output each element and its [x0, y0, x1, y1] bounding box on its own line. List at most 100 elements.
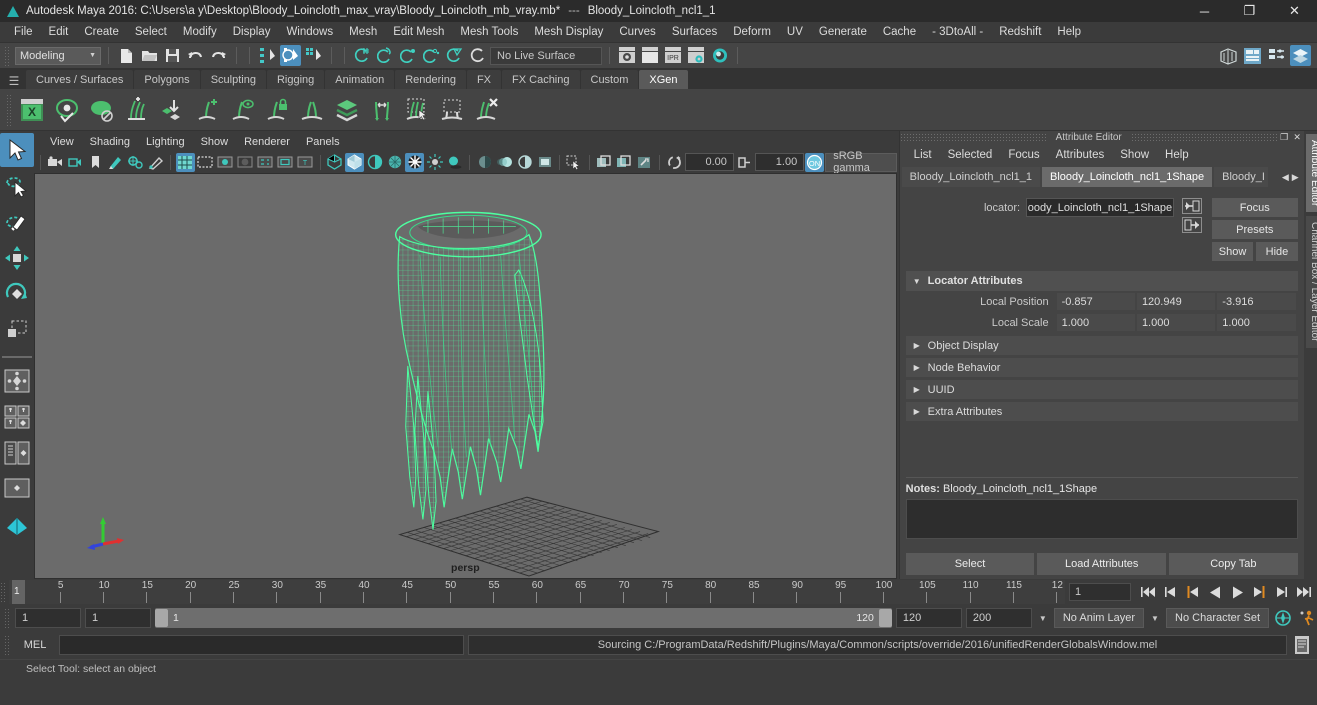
- shelf-tab-fx[interactable]: FX: [466, 70, 502, 89]
- step-forward-frame-icon[interactable]: [1249, 582, 1269, 602]
- xgen-preview-icon[interactable]: [50, 93, 83, 126]
- viewport-menu-renderer[interactable]: Renderer: [236, 136, 298, 148]
- viewport-menu-view[interactable]: View: [42, 136, 82, 148]
- range-grip[interactable]: [4, 608, 11, 628]
- snap-to-projected-center-icon[interactable]: [421, 45, 442, 66]
- minimize-button[interactable]: ─: [1182, 0, 1227, 22]
- viewport-menu-lighting[interactable]: Lighting: [138, 136, 193, 148]
- step-forward-keyframe-icon[interactable]: [1271, 582, 1291, 602]
- command-language-label[interactable]: MEL: [15, 639, 55, 651]
- snap-to-view-plane-icon[interactable]: [444, 45, 465, 66]
- menu-redshift[interactable]: Redshift: [991, 24, 1049, 40]
- playback-end-time-field[interactable]: 120: [895, 608, 962, 628]
- menu-windows[interactable]: Windows: [278, 24, 341, 40]
- scale-tool[interactable]: [0, 313, 34, 347]
- step-back-keyframe-icon[interactable]: [1161, 582, 1181, 602]
- chevron-down-icon[interactable]: ▼: [1036, 614, 1050, 623]
- menu-uv[interactable]: UV: [779, 24, 811, 40]
- xray-icon[interactable]: [595, 153, 614, 172]
- ae-menu-attributes[interactable]: Attributes: [1048, 147, 1113, 163]
- attribute-editor-toggle-icon[interactable]: [1242, 45, 1263, 66]
- menu-surfaces[interactable]: Surfaces: [664, 24, 725, 40]
- menu-create[interactable]: Create: [76, 24, 127, 40]
- ae-menu-list[interactable]: List: [906, 147, 940, 163]
- menu-modify[interactable]: Modify: [175, 24, 225, 40]
- menu-mesh-tools[interactable]: Mesh Tools: [452, 24, 526, 40]
- panel-drag-handle-left[interactable]: [899, 133, 1047, 142]
- menu-mesh-display[interactable]: Mesh Display: [526, 24, 611, 40]
- play-forwards-icon[interactable]: [1227, 582, 1247, 602]
- attr-value-z[interactable]: -3.916: [1217, 293, 1296, 310]
- select-tool[interactable]: [0, 133, 34, 167]
- toolbar-grip[interactable]: [4, 45, 11, 66]
- shelf-tab-rendering[interactable]: Rendering: [395, 70, 466, 89]
- time-slider[interactable]: 1 5 10 15 20 25 30 35 40 45 50 55 60 65 70 75 80 85 90 95 1…: [9, 580, 1065, 604]
- node-name-field[interactable]: oody_Loincloth_ncl1_1Shape: [1026, 198, 1174, 217]
- snap-to-point-icon[interactable]: [398, 45, 419, 66]
- smooth-shade-all-icon[interactable]: [345, 152, 365, 172]
- render-settings-icon[interactable]: [686, 45, 707, 66]
- viewport-menu-show[interactable]: Show: [193, 136, 237, 148]
- four-view-layout[interactable]: [0, 400, 34, 434]
- focus-button[interactable]: Focus: [1211, 198, 1298, 217]
- ae-menu-help[interactable]: Help: [1157, 147, 1197, 163]
- menu-mesh[interactable]: Mesh: [341, 24, 385, 40]
- xgen-import-collection-icon[interactable]: [155, 93, 188, 126]
- rotate-tool[interactable]: [0, 277, 34, 311]
- tool-settings-toggle-icon[interactable]: [1266, 45, 1287, 66]
- xray-active-components-icon[interactable]: [635, 153, 654, 172]
- new-scene-icon[interactable]: [116, 45, 137, 66]
- hide-button[interactable]: Hide: [1256, 242, 1298, 261]
- wireframe-on-shaded-icon[interactable]: [385, 153, 404, 172]
- exposure-icon[interactable]: [665, 153, 684, 172]
- attr-value-x[interactable]: 1.000: [1056, 314, 1135, 331]
- input-connection-icon[interactable]: [1181, 198, 1202, 214]
- camera-attributes-icon[interactable]: [66, 153, 85, 172]
- view-transform-icon[interactable]: ON: [805, 152, 825, 172]
- lighting-toggle-icon[interactable]: [425, 153, 444, 172]
- motion-blur-icon[interactable]: [495, 153, 514, 172]
- single-perspective-layout[interactable]: [0, 364, 34, 398]
- ae-menu-selected[interactable]: Selected: [940, 147, 1001, 163]
- current-time-indicator[interactable]: 1: [12, 580, 25, 604]
- xgen-add-guide-icon[interactable]: [190, 93, 223, 126]
- animation-preferences-icon[interactable]: [1297, 608, 1317, 628]
- snap-to-curve-icon[interactable]: [375, 45, 396, 66]
- 2d-pan-zoom-icon[interactable]: [126, 153, 145, 172]
- section-locator-attributes[interactable]: ▼ Locator Attributes: [905, 271, 1298, 291]
- menu-select[interactable]: Select: [127, 24, 175, 40]
- script-editor-icon[interactable]: [1291, 634, 1313, 656]
- film-origin-icon[interactable]: [256, 153, 275, 172]
- attr-value-y[interactable]: 1.000: [1136, 314, 1216, 331]
- shelf-tab-curves-surfaces[interactable]: Curves / Surfaces: [26, 70, 134, 89]
- redo-icon[interactable]: [208, 45, 229, 66]
- go-to-end-icon[interactable]: [1293, 582, 1313, 602]
- play-backwards-icon[interactable]: [1205, 582, 1225, 602]
- shelf-tab-polygons[interactable]: Polygons: [134, 70, 200, 89]
- ae-menu-show[interactable]: Show: [1112, 147, 1157, 163]
- animation-end-time-field[interactable]: 200: [965, 608, 1032, 628]
- command-input-field[interactable]: [59, 635, 464, 655]
- xgen-editor-icon[interactable]: X: [15, 93, 48, 126]
- section-uuid[interactable]: ▶ UUID: [905, 380, 1298, 399]
- gamma-field[interactable]: 1.00: [754, 153, 805, 171]
- range-start-handle[interactable]: [155, 609, 168, 627]
- menu-curves[interactable]: Curves: [611, 24, 663, 40]
- auto-keyframe-icon[interactable]: [1273, 608, 1293, 628]
- ipr-render-icon[interactable]: IPR: [663, 45, 684, 66]
- menu-cache[interactable]: Cache: [875, 24, 924, 40]
- shelf-menu-icon[interactable]: ☰: [4, 72, 24, 89]
- menu-deform[interactable]: Deform: [725, 24, 779, 40]
- render-current-frame-icon[interactable]: [640, 45, 661, 66]
- exposure-field[interactable]: 0.00: [684, 153, 734, 171]
- close-icon[interactable]: ✕: [1291, 132, 1304, 144]
- paint-select-tool[interactable]: [0, 205, 34, 239]
- close-button[interactable]: ✕: [1272, 0, 1317, 22]
- undo-icon[interactable]: [185, 45, 206, 66]
- menu-file[interactable]: File: [6, 24, 41, 40]
- attr-value-z[interactable]: 1.000: [1217, 314, 1296, 331]
- vtab-channel-box-layer-editor[interactable]: Channel Box / Layer Editor: [1305, 216, 1317, 348]
- xgen-lock-guide-icon[interactable]: [260, 93, 293, 126]
- shelf-tab-rigging[interactable]: Rigging: [266, 70, 325, 89]
- depth-of-field-icon[interactable]: [535, 153, 554, 172]
